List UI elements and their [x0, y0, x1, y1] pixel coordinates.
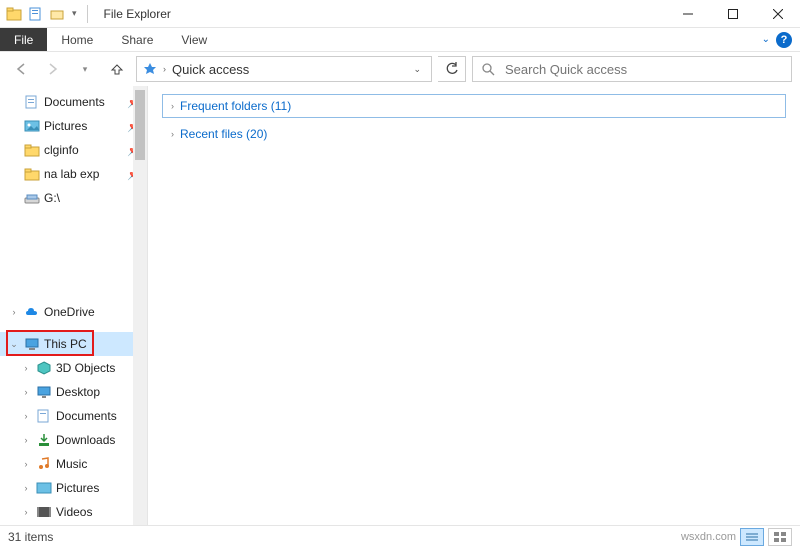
details-view-button[interactable]: [740, 528, 764, 546]
sidebar-item-videos[interactable]: › Videos: [0, 500, 147, 524]
qat-properties-icon[interactable]: [28, 6, 44, 22]
navigation-pane: Documents 📌 Pictures 📌 clginfo 📌 na lab …: [0, 86, 148, 525]
window-title: File Explorer: [104, 7, 171, 21]
sidebar-item-label: Music: [56, 457, 87, 471]
expand-icon[interactable]: ›: [20, 435, 32, 445]
tab-view[interactable]: View: [167, 28, 221, 51]
expand-icon[interactable]: ›: [20, 459, 32, 469]
sidebar-item-label: G:\: [44, 191, 60, 205]
folder-pics-icon: [36, 480, 52, 496]
main-area: Documents 📌 Pictures 📌 clginfo 📌 na lab …: [0, 86, 800, 525]
group-frequent-folders[interactable]: › Frequent folders (11): [162, 94, 786, 118]
navigation-row: ▾ › Quick access ⌄: [0, 52, 800, 86]
expand-icon[interactable]: ›: [20, 507, 32, 517]
sidebar-item-pictures2[interactable]: › Pictures: [0, 476, 147, 500]
expand-icon[interactable]: ›: [20, 387, 32, 397]
expand-icon[interactable]: ›: [20, 483, 32, 493]
sidebar-item-label: OneDrive: [44, 305, 95, 319]
thumbnails-view-button[interactable]: [768, 528, 792, 546]
search-input[interactable]: [503, 61, 783, 78]
sidebar-item-label: Desktop: [56, 385, 100, 399]
refresh-button[interactable]: [438, 56, 466, 82]
sidebar-scrollbar[interactable]: [133, 86, 147, 525]
sidebar-item-label: na lab exp: [44, 167, 99, 181]
watermark-text: wsxdn.com: [681, 531, 736, 543]
breadcrumb-location[interactable]: Quick access: [172, 62, 249, 77]
forward-button[interactable]: [40, 56, 66, 82]
app-icon: [6, 6, 22, 22]
search-box[interactable]: [472, 56, 792, 82]
highlight-box: [6, 330, 94, 356]
address-dropdown-icon[interactable]: ⌄: [409, 64, 425, 75]
sidebar-item-label: Documents: [56, 409, 117, 423]
content-pane: › Frequent folders (11) › Recent files (…: [148, 86, 800, 525]
group-label: Recent files (20): [180, 127, 267, 141]
expand-icon[interactable]: ›: [20, 363, 32, 373]
sidebar-item-label: Documents: [44, 95, 105, 109]
maximize-button[interactable]: [710, 0, 755, 28]
sidebar-item-label: clginfo: [44, 143, 79, 157]
group-recent-files[interactable]: › Recent files (20): [162, 122, 786, 146]
sidebar-item-documents2[interactable]: › Documents: [0, 404, 147, 428]
scrollbar-thumb[interactable]: [135, 90, 145, 160]
up-button[interactable]: [104, 56, 130, 82]
recent-locations-button[interactable]: ▾: [72, 56, 98, 82]
sidebar-item-gdrive[interactable]: G:\: [0, 186, 147, 210]
ribbon-expand-icon[interactable]: ⌄: [762, 34, 770, 45]
sidebar-item-pictures[interactable]: Pictures 📌: [0, 114, 147, 138]
qat-dropdown-icon[interactable]: ▾: [72, 8, 77, 19]
minimize-button[interactable]: [665, 0, 710, 28]
address-bar[interactable]: › Quick access ⌄: [136, 56, 432, 82]
back-button[interactable]: [8, 56, 34, 82]
sidebar-item-nalabexp[interactable]: na lab exp 📌: [0, 162, 147, 186]
search-icon: [481, 62, 495, 76]
sidebar-item-label: Pictures: [56, 481, 99, 495]
close-button[interactable]: [755, 0, 800, 28]
titlebar-divider: [87, 5, 88, 23]
status-item-count: 31 items: [8, 530, 53, 544]
tab-home[interactable]: Home: [47, 28, 107, 51]
sidebar-item-documents[interactable]: Documents 📌: [0, 90, 147, 114]
sidebar-item-3dobjects[interactable]: › 3D Objects: [0, 356, 147, 380]
ribbon-tabs: File Home Share View ⌄ ?: [0, 28, 800, 52]
drive-icon: [24, 190, 40, 206]
sidebar-item-clginfo[interactable]: clginfo 📌: [0, 138, 147, 162]
quick-access-icon: [143, 62, 157, 76]
sidebar-item-desktop[interactable]: › Desktop: [0, 380, 147, 404]
onedrive-icon: [24, 304, 40, 320]
folder-icon: [24, 142, 40, 158]
sidebar-item-downloads[interactable]: › Downloads: [0, 428, 147, 452]
folder-docs-icon: [24, 94, 40, 110]
3dobjects-icon: [36, 360, 52, 376]
tab-share[interactable]: Share: [107, 28, 167, 51]
folder-pics-icon: [24, 118, 40, 134]
sidebar-item-label: Downloads: [56, 433, 115, 447]
breadcrumb-chevron-icon[interactable]: ›: [163, 64, 166, 74]
title-bar: ▾ File Explorer: [0, 0, 800, 28]
sidebar-item-onedrive[interactable]: › OneDrive: [0, 300, 147, 324]
sidebar-item-label: 3D Objects: [56, 361, 115, 375]
desktop-icon: [36, 384, 52, 400]
downloads-icon: [36, 432, 52, 448]
sidebar-item-label: Videos: [56, 505, 92, 519]
videos-icon: [36, 504, 52, 520]
sidebar-item-music[interactable]: › Music: [0, 452, 147, 476]
expand-icon[interactable]: ›: [20, 411, 32, 421]
chevron-right-icon: ›: [171, 101, 174, 111]
group-label: Frequent folders (11): [180, 99, 291, 113]
chevron-right-icon: ›: [171, 129, 174, 139]
expand-icon[interactable]: ›: [8, 307, 20, 317]
status-bar: 31 items wsxdn.com: [0, 525, 800, 547]
help-icon[interactable]: ?: [776, 32, 792, 48]
file-menu[interactable]: File: [0, 28, 47, 51]
qat-newfolder-icon[interactable]: [50, 6, 66, 22]
sidebar-item-label: Pictures: [44, 119, 87, 133]
music-icon: [36, 456, 52, 472]
folder-docs-icon: [36, 408, 52, 424]
folder-icon: [24, 166, 40, 182]
